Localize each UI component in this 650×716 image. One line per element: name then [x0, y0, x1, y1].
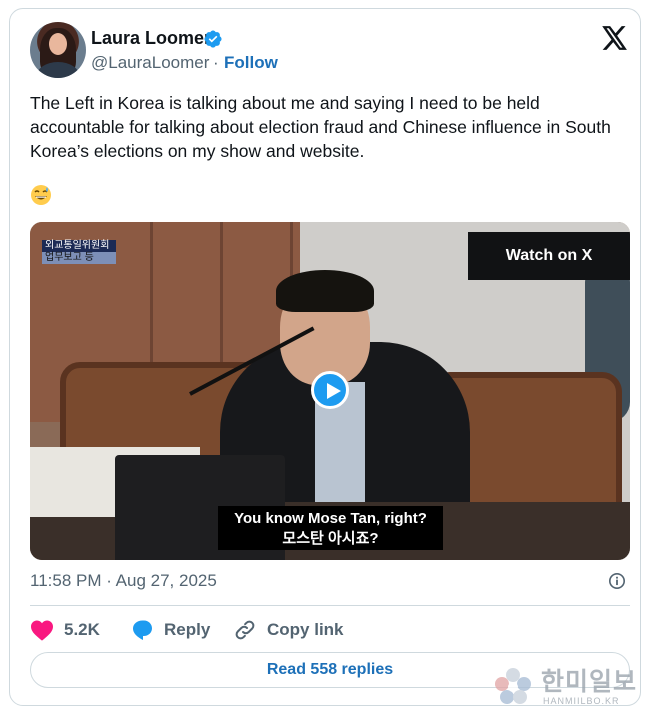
link-icon	[235, 620, 255, 640]
reply-button[interactable]: Reply	[130, 615, 210, 645]
copy-link-label: Copy link	[267, 620, 344, 639]
video-player[interactable]: 외교통일위원회 업무보고 등 Watch on X You know Mose …	[30, 222, 630, 560]
broadcast-tag-line1: 외교통일위원회	[42, 240, 116, 252]
watermark-korean-text: 한미일보	[541, 668, 638, 696]
subtitle-english: You know Mose Tan, right?	[234, 510, 427, 527]
sweat-smile-emoji-icon	[30, 184, 52, 206]
subtitle-korean: 모스탄 아시죠?	[282, 530, 379, 547]
like-count: 5.2K	[64, 620, 100, 639]
reply-label: Reply	[164, 620, 211, 639]
play-button-icon[interactable]	[311, 371, 349, 409]
watermark: 한미일보 HANMIILBO.KR	[492, 664, 642, 712]
broadcast-tag-line2: 업무보고 등	[42, 252, 116, 264]
video-subtitle: You know Mose Tan, right? 모스탄 아시죠?	[218, 506, 443, 550]
info-icon[interactable]	[608, 572, 626, 590]
follow-button[interactable]: Follow	[224, 53, 278, 73]
author-handle[interactable]: @LauraLoomer	[91, 53, 209, 73]
divider	[30, 605, 630, 606]
copy-link-button[interactable]: Copy link	[233, 615, 344, 645]
tweet-timestamp[interactable]: 11:58 PM · Aug 27, 2025	[30, 571, 217, 591]
watermark-english-text: HANMIILBO.KR	[543, 696, 620, 706]
watermark-flower-logo-icon	[495, 668, 531, 704]
broadcast-tag: 외교통일위원회 업무보고 등	[42, 240, 116, 264]
tweet-text: The Left in Korea is talking about me an…	[30, 91, 620, 163]
x-logo-icon[interactable]	[602, 26, 628, 50]
author-name[interactable]: Laura Loomer	[91, 28, 211, 49]
separator-dot: ·	[213, 53, 219, 72]
reply-bubble-icon	[133, 620, 152, 640]
avatar-face	[49, 33, 67, 55]
like-button[interactable]: 5.2K	[30, 615, 100, 645]
verified-badge-icon	[204, 30, 222, 48]
tweet-body: The Left in Korea is talking about me an…	[30, 93, 611, 161]
video-speaker-hair	[276, 270, 374, 312]
watch-on-x-button[interactable]: Watch on X	[468, 232, 630, 280]
avatar[interactable]	[30, 22, 86, 78]
action-bar: 5.2K Reply Copy link	[30, 615, 630, 645]
heart-icon	[31, 620, 53, 641]
